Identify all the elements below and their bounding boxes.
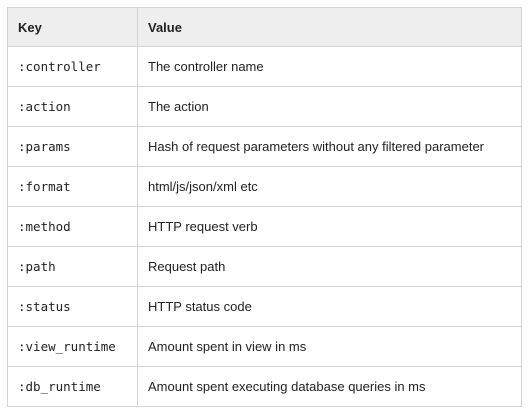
- row-value: Amount spent in view in ms: [137, 326, 522, 367]
- row-value: The controller name: [137, 46, 522, 87]
- row-value: HTTP request verb: [137, 206, 522, 247]
- table-row: :controller The controller name: [7, 46, 522, 87]
- row-value: Hash of request parameters without any f…: [137, 126, 522, 167]
- row-key: :action: [7, 86, 138, 127]
- header-row: Key Value: [7, 7, 522, 47]
- header-value: Value: [137, 7, 522, 47]
- row-value: The action: [137, 86, 522, 127]
- table-row: :status HTTP status code: [7, 286, 522, 327]
- table-body: :controller The controller name :action …: [7, 46, 522, 407]
- row-key: :db_runtime: [7, 366, 138, 407]
- row-value: html/js/json/xml etc: [137, 166, 522, 207]
- row-key: :path: [7, 246, 138, 287]
- row-key: :method: [7, 206, 138, 247]
- table-row: :path Request path: [7, 246, 522, 287]
- row-value: HTTP status code: [137, 286, 522, 327]
- table-row: :view_runtime Amount spent in view in ms: [7, 326, 522, 367]
- table-header: Key Value: [7, 7, 522, 47]
- table-row: :method HTTP request verb: [7, 206, 522, 247]
- header-key: Key: [7, 7, 138, 47]
- row-key: :params: [7, 126, 138, 167]
- payload-keys-table: Key Value :controller The controller nam…: [7, 7, 522, 407]
- row-key: :format: [7, 166, 138, 207]
- row-key: :status: [7, 286, 138, 327]
- table-row: :format html/js/json/xml etc: [7, 166, 522, 207]
- row-value: Amount spent executing database queries …: [137, 366, 522, 407]
- table-row: :params Hash of request parameters witho…: [7, 126, 522, 167]
- row-key: :view_runtime: [7, 326, 138, 367]
- table-row: :action The action: [7, 86, 522, 127]
- payload-table-container: Key Value :controller The controller nam…: [7, 7, 522, 407]
- table-row: :db_runtime Amount spent executing datab…: [7, 366, 522, 407]
- row-key: :controller: [7, 46, 138, 87]
- row-value: Request path: [137, 246, 522, 287]
